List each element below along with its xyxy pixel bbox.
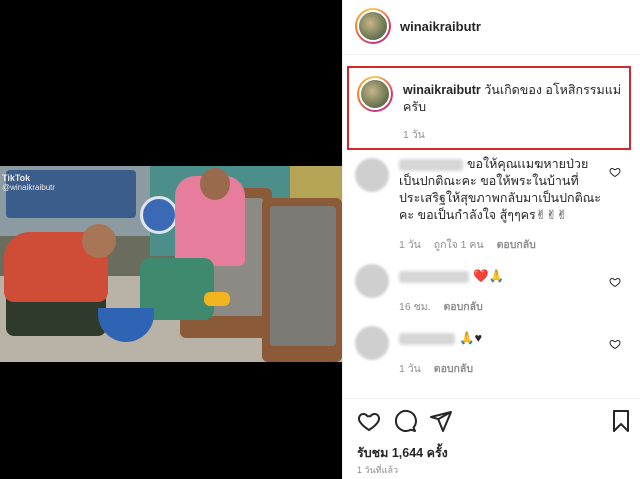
armchair-right — [262, 198, 342, 362]
reply-button[interactable]: ตอบกลับ — [497, 239, 536, 251]
slippers — [204, 292, 230, 306]
caption-avatar[interactable] — [357, 76, 393, 112]
post-actions: รับชม 1,644 ครั้ง 1 วันที่แล้ว — [343, 398, 640, 479]
comment-avatar[interactable] — [355, 264, 389, 298]
avatar[interactable] — [355, 8, 391, 44]
post-header: winaikraibutr — [343, 0, 640, 55]
comment-text: 🙏♥ — [459, 331, 482, 345]
comment-time[interactable]: 1 วัน — [399, 363, 421, 375]
heart-icon[interactable] — [357, 409, 381, 433]
comment-item: 🙏♥ 1 วัน ตอบกลับ — [343, 326, 640, 376]
caption-time[interactable]: 1 วัน — [403, 126, 425, 143]
comment-username-blurred[interactable] — [399, 270, 469, 283]
comment-item: ❤️🙏 16 ชม. ตอบกลับ — [343, 264, 640, 314]
post-panel: winaikraibutr winaikraibutr วันเกิดของ อ… — [342, 0, 640, 479]
header-username[interactable]: winaikraibutr — [400, 19, 481, 34]
caption: winaikraibutr วันเกิดของ อโหสิกรรมแม่ครั… — [403, 82, 625, 116]
heart-icon[interactable] — [609, 338, 621, 350]
kneeling-man-head — [82, 224, 116, 258]
video-watermark: TikTok @winaikraibutr — [2, 173, 56, 193]
comment-body: 🙏♥ — [399, 330, 601, 347]
comment-likes[interactable]: ถูกใจ 1 คน — [434, 239, 484, 251]
seated-woman-head — [200, 168, 230, 200]
comment-username-blurred[interactable] — [399, 158, 463, 171]
share-icon[interactable] — [429, 409, 453, 433]
reply-button[interactable]: ตอบกลับ — [434, 363, 473, 375]
heart-icon[interactable] — [609, 276, 621, 288]
video-frame[interactable]: TikTok @winaikraibutr — [0, 166, 342, 362]
comment-username-blurred[interactable] — [399, 332, 455, 345]
caption-username[interactable]: winaikraibutr — [403, 83, 481, 97]
posted-time[interactable]: 1 วันที่แล้ว — [357, 463, 398, 477]
comment-body: ขอให้คุณเเมฆหายป่วย เป็นปกติณะคะ ขอให้พร… — [399, 156, 601, 224]
comment-avatar[interactable] — [355, 326, 389, 360]
post-media[interactable]: TikTok @winaikraibutr — [0, 0, 342, 479]
fan — [140, 196, 178, 234]
comment-icon[interactable] — [393, 409, 417, 433]
comment-item: ขอให้คุณเเมฆหายป่วย เป็นปกติณะคะ ขอให้พร… — [343, 156, 640, 252]
comment-body: ❤️🙏 — [399, 268, 601, 285]
bookmark-icon[interactable] — [609, 409, 633, 433]
comment-meta: 16 ชม. ตอบกลับ — [399, 298, 493, 315]
watermark-user: @winaikraibutr — [2, 183, 56, 192]
comment-text: ❤️🙏 — [473, 269, 505, 283]
comment-time[interactable]: 16 ชม. — [399, 301, 431, 313]
comment-meta: 1 วัน ถูกใจ 1 คน ตอบกลับ — [399, 236, 546, 253]
caption-highlight: winaikraibutr วันเกิดของ อโหสิกรรมแม่ครั… — [347, 66, 631, 150]
view-count[interactable]: รับชม 1,644 ครั้ง — [357, 443, 448, 463]
reply-button[interactable]: ตอบกลับ — [443, 301, 482, 313]
heart-icon[interactable] — [609, 166, 621, 178]
comment-time[interactable]: 1 วัน — [399, 239, 421, 251]
comment-meta: 1 วัน ตอบกลับ — [399, 360, 483, 377]
watermark-brand: TikTok — [2, 173, 31, 183]
comment-avatar[interactable] — [355, 158, 389, 192]
